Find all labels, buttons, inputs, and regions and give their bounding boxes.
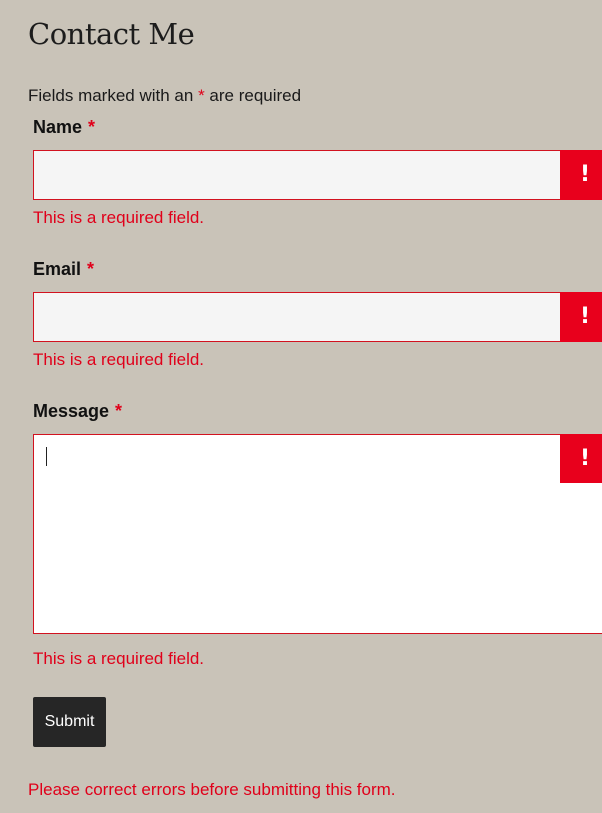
message-label: Message *: [33, 400, 122, 422]
email-error-message: This is a required field.: [33, 350, 205, 369]
required-marker: *: [198, 86, 205, 105]
email-error-icon: !: [560, 292, 602, 342]
name-input[interactable]: [33, 150, 602, 200]
name-error-message: This is a required field.: [33, 208, 205, 227]
name-label: Name *: [33, 116, 95, 138]
name-required-marker: *: [88, 117, 96, 137]
message-label-text: Message: [33, 401, 110, 421]
required-fields-note: Fields marked with an * are required: [28, 86, 301, 106]
submit-button[interactable]: Submit: [33, 697, 106, 747]
required-note-text-start: Fields marked with an: [28, 86, 199, 105]
required-note-text-end: are required: [204, 86, 302, 105]
text-cursor: [46, 447, 47, 466]
email-label: Email *: [33, 258, 94, 280]
email-label-text: Email: [33, 259, 82, 279]
name-label-text: Name: [33, 117, 83, 137]
email-required-marker: *: [87, 259, 95, 279]
email-input[interactable]: [33, 292, 602, 342]
message-required-marker: *: [115, 401, 123, 421]
message-textarea[interactable]: [33, 434, 602, 634]
name-error-icon: !: [560, 150, 602, 200]
message-error-message: This is a required field.: [33, 649, 205, 668]
message-error-icon: !: [560, 434, 602, 483]
form-error-message: Please correct errors before submitting …: [28, 780, 396, 799]
page-title: Contact Me: [28, 17, 195, 51]
